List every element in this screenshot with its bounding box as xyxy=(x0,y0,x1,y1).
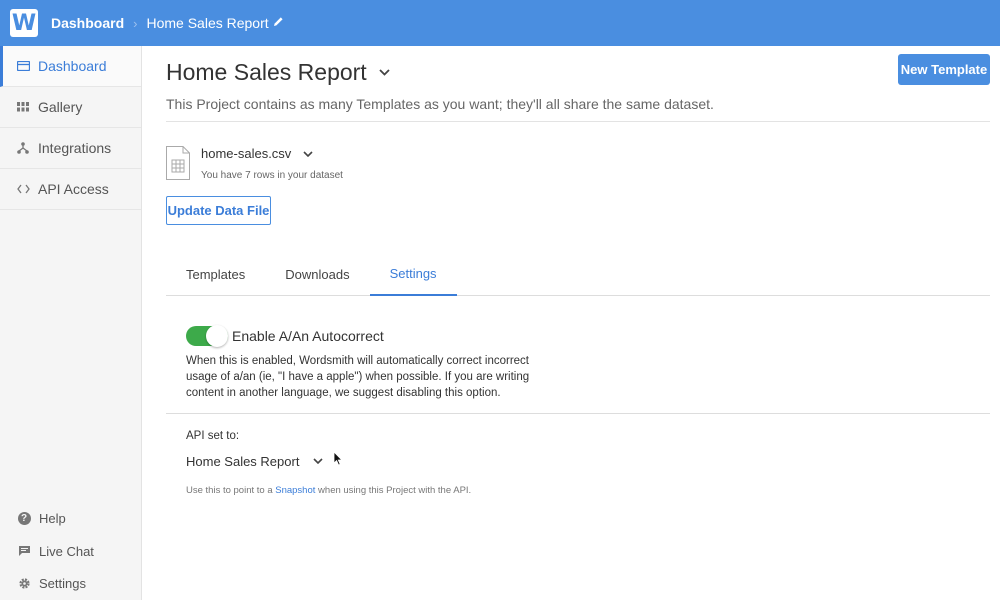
title-row: Home Sales Report xyxy=(166,58,990,86)
sidebar-item-label: Gallery xyxy=(38,99,83,115)
sidebar-settings-label: Settings xyxy=(39,576,86,592)
breadcrumb-current: Home Sales Report xyxy=(146,15,269,31)
sidebar-live-chat[interactable]: Live Chat xyxy=(0,535,141,568)
chevron-down-icon[interactable] xyxy=(379,65,390,79)
sidebar-footer: ? Help Live Chat Settings xyxy=(0,503,141,600)
update-data-file-button[interactable]: Update Data File xyxy=(166,196,271,225)
rows-count-note: You have 7 rows in your dataset xyxy=(201,170,343,181)
toggle-knob xyxy=(206,325,228,347)
autocorrect-toggle[interactable] xyxy=(186,325,228,347)
sidebar-item-label: Integrations xyxy=(38,140,112,156)
chevron-down-icon[interactable] xyxy=(313,455,324,467)
chat-icon xyxy=(17,544,31,558)
tab-templates[interactable]: Templates xyxy=(166,252,265,296)
api-snapshot-select[interactable]: Home Sales Report xyxy=(186,451,990,471)
api-note-suffix: when using this Project with the API. xyxy=(315,485,472,496)
new-template-button[interactable]: New Template xyxy=(898,54,990,85)
api-section: API set to: Home Sales Report Use this t… xyxy=(186,430,990,496)
settings-panel: Enable A/An Autocorrect When this is ena… xyxy=(166,325,990,496)
sidebar-live-chat-label: Live Chat xyxy=(39,543,94,559)
sidebar-item-gallery[interactable]: Gallery xyxy=(0,87,141,128)
page-subtitle: This Project contains as many Templates … xyxy=(166,96,990,122)
sidebar: Dashboard Gallery Integrations API Acces… xyxy=(0,46,142,600)
gear-icon xyxy=(17,577,31,591)
sidebar-item-label: Dashboard xyxy=(38,58,107,74)
chevron-down-icon[interactable] xyxy=(303,148,313,160)
breadcrumb-separator: › xyxy=(133,15,138,31)
breadcrumb-dashboard[interactable]: Dashboard xyxy=(51,15,124,31)
grid-icon xyxy=(16,102,30,112)
snapshot-link[interactable]: Snapshot xyxy=(275,485,315,496)
page-title: Home Sales Report xyxy=(166,58,367,85)
sidebar-settings[interactable]: Settings xyxy=(0,568,141,600)
file-info: home-sales.csv You have 7 rows in your d… xyxy=(201,146,343,181)
api-select-value[interactable]: Home Sales Report xyxy=(186,454,299,469)
main-content: Home Sales Report New Template This Proj… xyxy=(166,46,990,496)
mouse-cursor-icon xyxy=(333,451,344,471)
autocorrect-description: When this is enabled, Wordsmith will aut… xyxy=(186,355,530,399)
sidebar-help[interactable]: ? Help xyxy=(0,503,141,536)
file-name[interactable]: home-sales.csv xyxy=(201,146,291,161)
tab-downloads[interactable]: Downloads xyxy=(265,252,369,296)
autocorrect-row: Enable A/An Autocorrect xyxy=(186,325,990,347)
top-bar: W Dashboard › Home Sales Report xyxy=(0,0,1000,46)
wordsmith-logo[interactable]: W xyxy=(10,9,38,37)
tab-settings[interactable]: Settings xyxy=(369,252,457,296)
sidebar-item-api-access[interactable]: API Access xyxy=(0,169,141,210)
divider xyxy=(166,413,990,414)
file-selector[interactable]: home-sales.csv xyxy=(201,146,343,161)
pencil-icon[interactable] xyxy=(273,16,284,30)
tab-bar: Templates Downloads Settings xyxy=(166,252,990,296)
code-icon xyxy=(16,184,30,194)
sidebar-item-integrations[interactable]: Integrations xyxy=(0,128,141,169)
sidebar-help-label: Help xyxy=(39,511,66,527)
api-label: API set to: xyxy=(186,430,240,442)
api-note-prefix: Use this to point to a xyxy=(186,485,276,496)
dashboard-icon xyxy=(16,61,30,71)
help-icon: ? xyxy=(17,512,31,526)
api-note: Use this to point to a Snapshot when usi… xyxy=(186,485,990,496)
sidebar-item-label: API Access xyxy=(38,181,109,197)
integrations-icon xyxy=(16,142,30,154)
data-file: home-sales.csv You have 7 rows in your d… xyxy=(166,146,990,181)
spreadsheet-file-icon xyxy=(166,146,190,180)
autocorrect-label: Enable A/An Autocorrect xyxy=(232,328,384,344)
sidebar-item-dashboard[interactable]: Dashboard xyxy=(0,46,141,87)
